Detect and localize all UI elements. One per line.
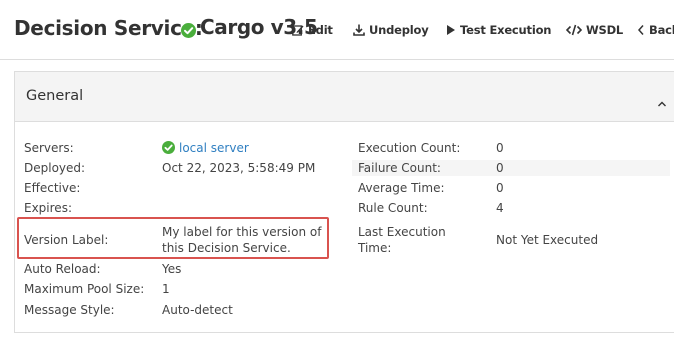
play-icon <box>446 24 456 36</box>
max-pool-size-label: Maximum Pool Size: <box>24 282 145 296</box>
wsdl-label: WSDL <box>586 23 624 37</box>
auto-reload-value: Yes <box>162 262 182 276</box>
edit-icon <box>292 24 304 36</box>
failure-count-value: 0 <box>496 161 504 175</box>
chevron-left-icon <box>637 24 645 36</box>
effective-label: Effective: <box>24 181 81 195</box>
test-execution-button[interactable]: Test Execution <box>446 0 551 60</box>
undeploy-label: Undeploy <box>369 23 429 37</box>
download-icon <box>353 24 365 36</box>
execution-count-value: 0 <box>496 141 504 155</box>
max-pool-size-value: 1 <box>162 282 170 296</box>
failure-count-label: Failure Count: <box>358 161 441 175</box>
last-execution-label-line1: Last Execution <box>358 225 446 239</box>
last-execution-value: Not Yet Executed <box>496 233 599 247</box>
code-icon <box>566 24 582 36</box>
back-label: Back <box>649 23 674 37</box>
average-time-value: 0 <box>496 181 504 195</box>
back-button[interactable]: Back <box>637 0 674 60</box>
message-style-label: Message Style: <box>24 303 115 317</box>
wsdl-button[interactable]: WSDL <box>566 0 623 60</box>
panel-title: General <box>26 88 84 104</box>
edit-button[interactable]: Edit <box>292 0 333 60</box>
rule-count-value: 4 <box>496 201 504 215</box>
message-style-value: Auto-detect <box>162 303 233 317</box>
version-label-highlight <box>17 217 329 259</box>
undeploy-button[interactable]: Undeploy <box>353 0 429 60</box>
rule-count-label: Rule Count: <box>358 201 428 215</box>
edit-label: Edit <box>308 23 333 37</box>
servers-label: Servers: <box>24 141 74 155</box>
check-circle-icon <box>162 141 175 154</box>
last-execution-label-line2: Time: <box>358 241 392 255</box>
page-header: Decision Service: Cargo v3.5 Edit Undepl… <box>0 0 674 60</box>
page-title: Decision Service: <box>14 16 203 40</box>
chevron-up-icon[interactable] <box>656 94 668 107</box>
deployed-label: Deployed: <box>24 161 86 175</box>
average-time-label: Average Time: <box>358 181 445 195</box>
deployed-value: Oct 22, 2023, 5:58:49 PM <box>162 161 316 175</box>
auto-reload-label: Auto Reload: <box>24 262 101 276</box>
execution-count-label: Execution Count: <box>358 141 461 155</box>
check-circle-icon <box>181 23 196 38</box>
test-execution-label: Test Execution <box>460 23 552 37</box>
expires-label: Expires: <box>24 201 72 215</box>
server-link[interactable]: local server <box>179 140 249 156</box>
panel-header[interactable]: General <box>15 72 674 122</box>
